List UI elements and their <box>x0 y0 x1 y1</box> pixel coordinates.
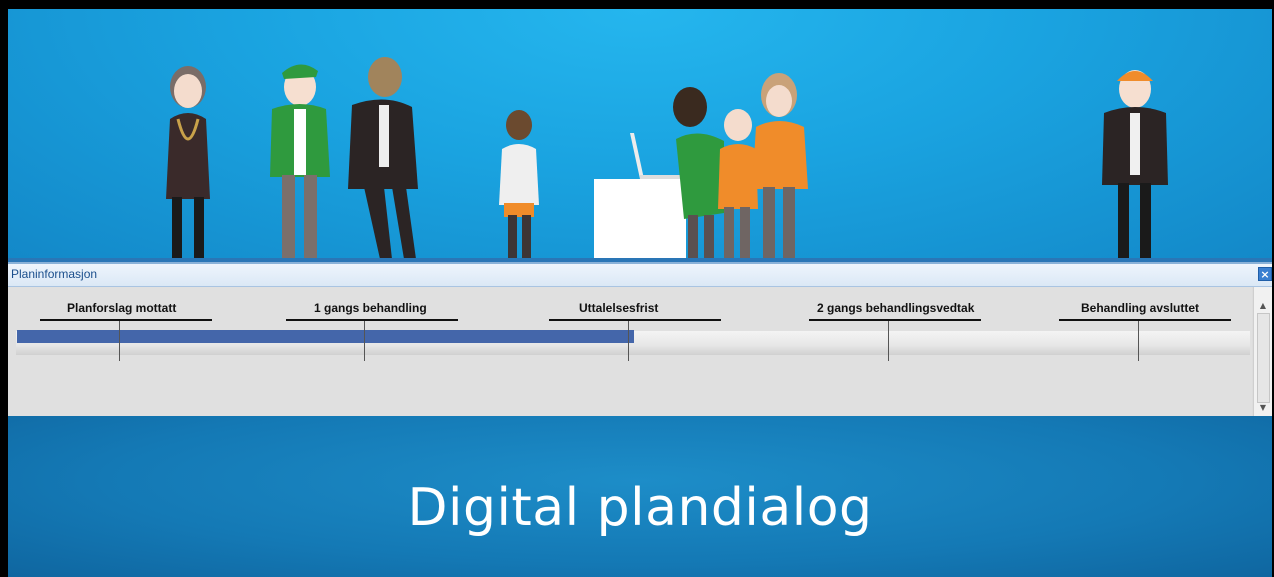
planinformasjon-panel: Planinformasjon × Planforslag mottatt 1 … <box>8 262 1272 418</box>
milestone-bar-2 <box>286 319 458 321</box>
milestone-tick-3 <box>628 321 629 361</box>
panel-titlebar: Planinformasjon × <box>8 264 1272 287</box>
milestone-tick-1 <box>119 321 120 361</box>
milestone-bar-4 <box>809 319 981 321</box>
person-child <box>499 110 539 259</box>
person-hardhat <box>1102 70 1168 259</box>
progress-fill <box>17 330 634 343</box>
person-orange-boy <box>718 109 758 259</box>
close-icon[interactable]: × <box>1258 267 1272 281</box>
milestone-bar-3 <box>549 319 721 321</box>
milestone-label-planforslag-mottatt: Planforslag mottatt <box>67 301 177 315</box>
person-orange-woman <box>752 73 808 259</box>
footer-banner: Digital plandialog <box>8 416 1272 577</box>
footer-title: Digital plandialog <box>407 478 873 538</box>
milestone-tick-5 <box>1138 321 1139 361</box>
person-suit <box>348 57 418 259</box>
desk-with-laptop <box>594 133 686 259</box>
hero-illustration <box>8 9 1272 262</box>
panel-scrollbar[interactable]: ▲ ▼ <box>1253 287 1272 417</box>
scroll-down-arrow-icon[interactable]: ▼ <box>1254 403 1272 413</box>
milestone-label-uttalelsesfrist: Uttalelsesfrist <box>579 301 659 315</box>
milestone-tick-4 <box>888 321 889 361</box>
panel-title: Planinformasjon <box>11 267 98 281</box>
person-mayor <box>166 66 210 259</box>
milestone-label-1-gangs-behandling: 1 gangs behandling <box>314 301 427 315</box>
plan-timeline: Planforslag mottatt 1 gangs behandling U… <box>8 287 1252 417</box>
person-green-cap <box>270 64 330 259</box>
app-frame: Planinformasjon × Planforslag mottatt 1 … <box>8 9 1272 577</box>
milestone-label-behandling-avsluttet: Behandling avsluttet <box>1081 301 1200 315</box>
milestone-label-2-gangs-behandlingsvedtak: 2 gangs behandlingsvedtak <box>817 301 975 315</box>
scroll-up-arrow-icon[interactable]: ▲ <box>1254 301 1272 311</box>
people-illustration <box>166 57 1168 259</box>
scroll-thumb[interactable] <box>1257 313 1270 403</box>
milestone-bar-1 <box>40 319 212 321</box>
milestone-tick-2 <box>364 321 365 361</box>
milestone-bar-5 <box>1059 319 1231 321</box>
